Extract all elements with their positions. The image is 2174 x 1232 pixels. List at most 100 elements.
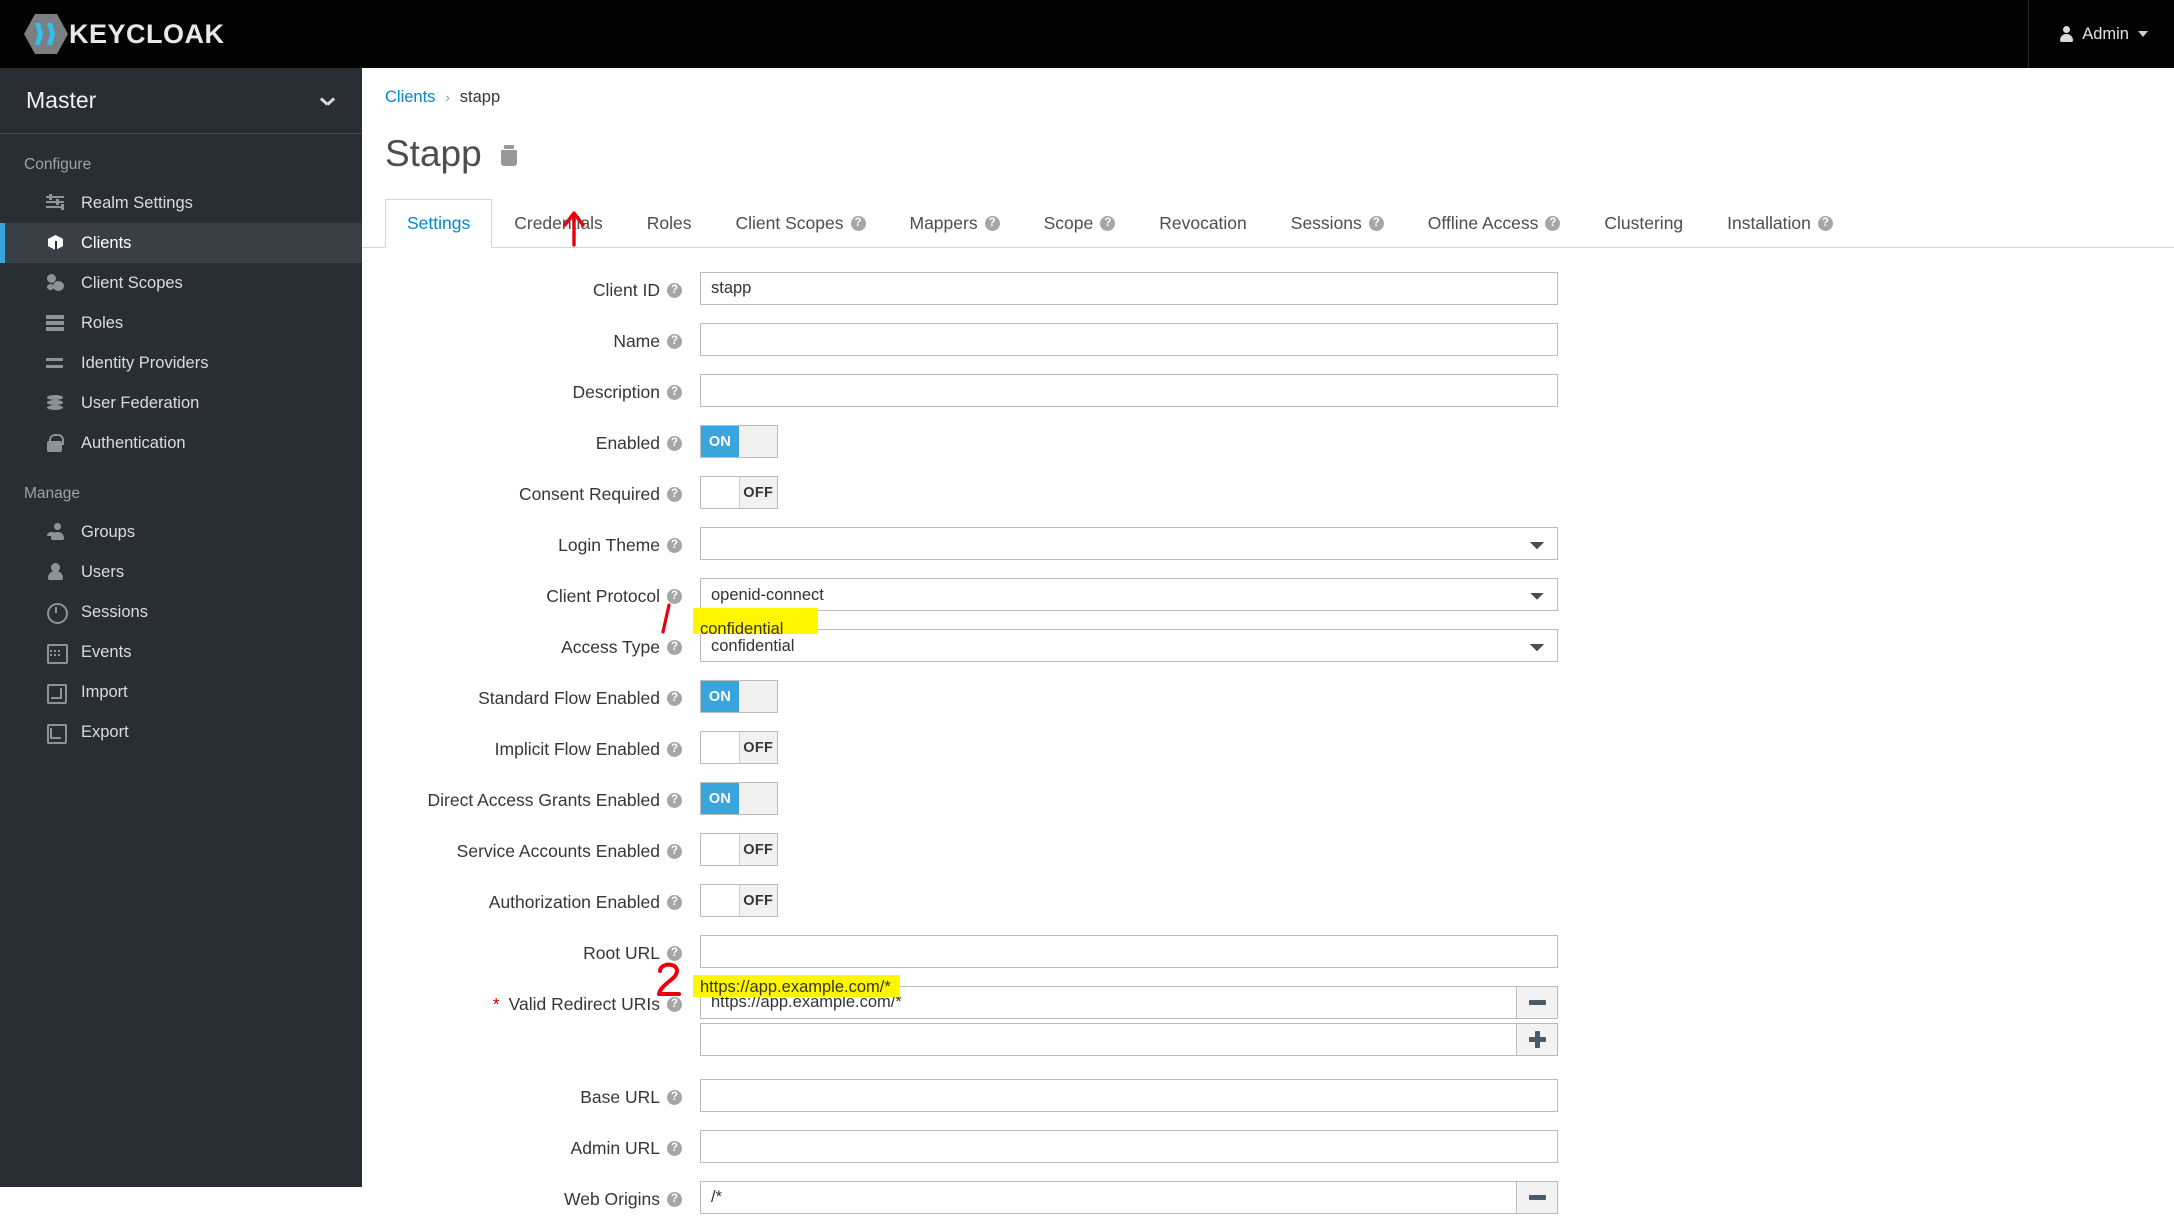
help-icon[interactable]: ? — [667, 691, 682, 706]
redirect-uri-input-1[interactable] — [700, 1023, 1517, 1056]
help-icon[interactable]: ? — [667, 283, 682, 298]
sidebar-item-groups[interactable]: Groups — [0, 512, 362, 552]
enabled-toggle[interactable]: ON — [700, 425, 778, 458]
tab-bar: Settings Credentials Roles Client Scopes… — [362, 199, 2174, 248]
label-text: Implicit Flow Enabled — [494, 739, 660, 759]
tab-installation[interactable]: Installation ? — [1705, 199, 1855, 248]
label-text: Admin URL — [570, 1138, 660, 1158]
tab-roles[interactable]: Roles — [625, 199, 714, 248]
plus-icon — [1528, 1031, 1546, 1048]
field-access-type: Access Type ? confidential — [362, 629, 2174, 680]
tab-offline-access[interactable]: Offline Access ? — [1406, 199, 1583, 248]
help-icon[interactable]: ? — [1100, 216, 1116, 231]
help-icon[interactable]: ? — [667, 385, 682, 400]
field-label: Access Type ? — [362, 629, 682, 658]
access-type-select[interactable]: confidential — [700, 629, 1558, 662]
field-label: Name ? — [362, 323, 682, 352]
sidebar-item-import[interactable]: Import — [0, 672, 362, 712]
help-icon[interactable]: ? — [1545, 216, 1561, 231]
authorization-toggle[interactable]: OFF — [700, 884, 778, 917]
toggle-on-label: ON — [701, 681, 739, 712]
client-id-input[interactable] — [700, 272, 1558, 305]
help-icon[interactable]: ? — [667, 997, 682, 1012]
breadcrumb-clients-link[interactable]: Clients — [385, 88, 435, 107]
label-text: Description — [572, 382, 660, 402]
redirect-uri-input-0[interactable] — [700, 986, 1517, 1019]
consent-required-toggle[interactable]: OFF — [700, 476, 778, 509]
tab-revocation[interactable]: Revocation — [1137, 199, 1269, 248]
field-label: Authorization Enabled ? — [362, 884, 682, 913]
tab-credentials[interactable]: Credentials — [492, 199, 625, 248]
sidebar-item-events[interactable]: Events — [0, 632, 362, 672]
tab-sessions[interactable]: Sessions ? — [1269, 199, 1406, 248]
admin-menu-button[interactable]: Admin — [2059, 25, 2148, 44]
breadcrumb: Clients › stapp — [362, 68, 2174, 107]
root-url-input[interactable] — [700, 935, 1558, 968]
nav-group-title-configure: Configure — [24, 156, 92, 173]
sidebar-item-authentication[interactable]: Authentication — [0, 423, 362, 463]
base-url-input[interactable] — [700, 1079, 1558, 1112]
remove-redirect-uri-button[interactable] — [1517, 986, 1558, 1019]
web-origin-input-0[interactable] — [700, 1181, 1517, 1214]
clock-icon — [45, 602, 68, 624]
help-icon[interactable]: ? — [984, 216, 1000, 231]
tab-clustering[interactable]: Clustering — [1582, 199, 1705, 248]
standard-flow-toggle[interactable]: ON — [700, 680, 778, 713]
help-icon[interactable]: ? — [850, 216, 866, 231]
help-icon[interactable]: ? — [667, 436, 682, 451]
implicit-flow-toggle[interactable]: OFF — [700, 731, 778, 764]
sidebar-item-label: Events — [81, 642, 132, 661]
field-label: Client ID ? — [362, 272, 682, 301]
client-protocol-select[interactable]: openid-connect — [700, 578, 1558, 611]
description-input[interactable] — [700, 374, 1558, 407]
tab-settings[interactable]: Settings — [385, 199, 493, 248]
sidebar-item-users[interactable]: Users — [0, 552, 362, 592]
admin-url-input[interactable] — [700, 1130, 1558, 1163]
tab-mappers[interactable]: Mappers ? — [888, 199, 1022, 248]
help-icon[interactable]: ? — [667, 742, 682, 757]
sidebar-item-export[interactable]: Export — [0, 712, 362, 752]
lock-icon — [45, 433, 67, 453]
help-icon[interactable]: ? — [667, 589, 682, 604]
brand[interactable]: KEYCLOAK — [24, 14, 225, 54]
help-icon[interactable]: ? — [667, 334, 682, 349]
help-icon[interactable]: ? — [667, 1141, 682, 1156]
direct-access-grants-toggle[interactable]: ON — [700, 782, 778, 815]
help-icon[interactable]: ? — [667, 793, 682, 808]
sidebar-item-label: Import — [81, 682, 128, 701]
trash-icon[interactable] — [500, 144, 518, 167]
name-input[interactable] — [700, 323, 1558, 356]
sidebar-item-realm-settings[interactable]: Realm Settings — [0, 183, 362, 223]
help-icon[interactable]: ? — [667, 538, 682, 553]
help-icon[interactable]: ? — [667, 1192, 682, 1207]
help-icon[interactable]: ? — [667, 946, 682, 961]
service-accounts-toggle[interactable]: OFF — [700, 833, 778, 866]
sidebar-item-label: Sessions — [81, 602, 148, 621]
help-icon[interactable]: ? — [667, 1090, 682, 1105]
help-icon[interactable]: ? — [667, 487, 682, 502]
toggle-knob — [701, 885, 740, 916]
sidebar-item-user-federation[interactable]: User Federation — [0, 383, 362, 423]
realm-selector[interactable]: Master — [0, 68, 362, 134]
page-title-row: Stapp — [362, 107, 2174, 172]
help-icon[interactable]: ? — [667, 844, 682, 859]
user-icon — [45, 562, 67, 582]
help-icon[interactable]: ? — [667, 640, 682, 655]
remove-web-origin-button[interactable] — [1517, 1181, 1558, 1214]
help-icon[interactable]: ? — [1368, 216, 1384, 231]
sidebar-item-clients[interactable]: Clients — [0, 223, 362, 263]
client-settings-form: Client ID ? Name ? Description ? — [362, 248, 2174, 1232]
help-icon[interactable]: ? — [1817, 216, 1833, 231]
sidebar-item-client-scopes[interactable]: Client Scopes — [0, 263, 362, 303]
tab-client-scopes[interactable]: Client Scopes ? — [714, 199, 888, 248]
add-redirect-uri-button[interactable] — [1517, 1023, 1558, 1056]
sidebar-item-identity-providers[interactable]: Identity Providers — [0, 343, 362, 383]
login-theme-select[interactable] — [700, 527, 1558, 560]
field-label: Standard Flow Enabled ? — [362, 680, 682, 709]
top-bar: KEYCLOAK Admin — [0, 0, 2174, 68]
tab-scope[interactable]: Scope ? — [1022, 199, 1138, 248]
sidebar-item-sessions[interactable]: Sessions — [0, 592, 362, 632]
minus-icon — [1528, 1000, 1546, 1005]
sidebar-item-roles[interactable]: Roles — [0, 303, 362, 343]
help-icon[interactable]: ? — [667, 895, 682, 910]
